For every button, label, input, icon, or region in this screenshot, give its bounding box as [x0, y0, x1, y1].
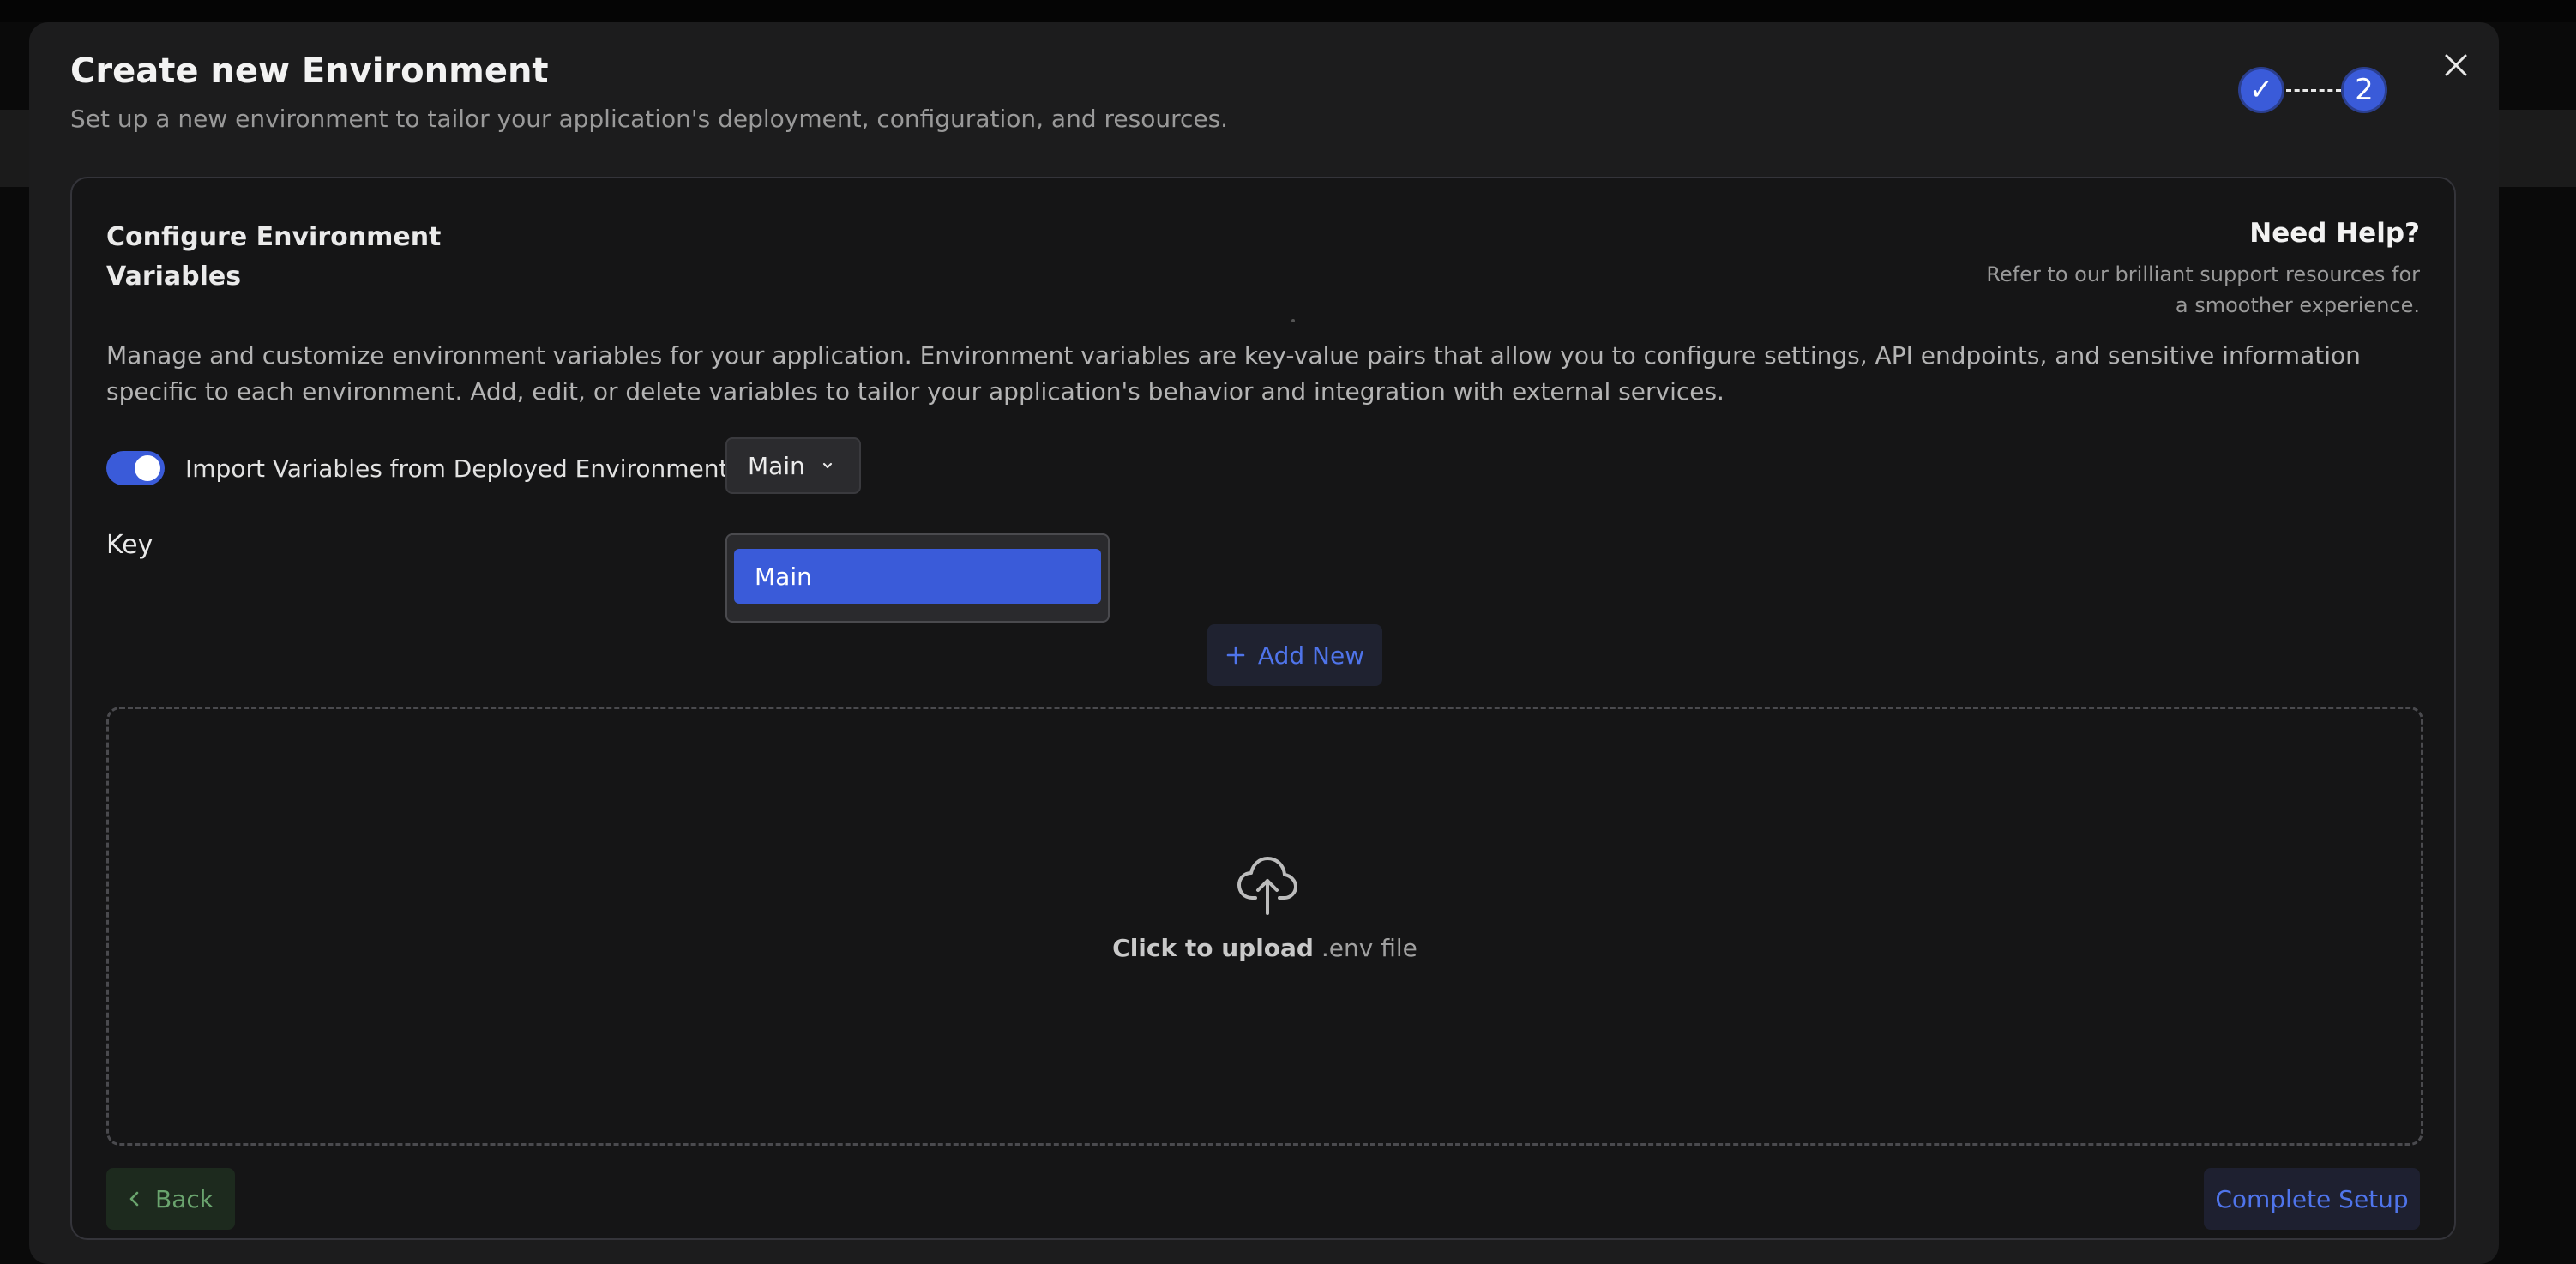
complete-setup-button[interactable]: Complete Setup	[2204, 1168, 2420, 1230]
upload-file-type-text: .env file	[1313, 934, 1417, 962]
divider-dot	[1291, 319, 1295, 322]
modal-title: Create new Environment	[70, 51, 549, 91]
upload-click-text: Click to upload	[1112, 934, 1314, 962]
step-1-completed: ✓	[2238, 67, 2284, 113]
card-description: Manage and customize environment variabl…	[106, 341, 2361, 406]
create-environment-modal: Create new Environment Set up a new envi…	[29, 22, 2499, 1264]
complete-setup-label: Complete Setup	[2215, 1184, 2409, 1213]
import-variables-toggle[interactable]	[106, 451, 165, 485]
add-new-button[interactable]: Add New	[1207, 624, 1382, 686]
modal-subtitle: Set up a new environment to tailor your …	[70, 105, 1229, 133]
environment-variables-card: Configure Environment Variables Need Hel…	[70, 177, 2456, 1240]
toggle-knob	[135, 455, 160, 481]
cloud-upload-icon	[1237, 857, 1297, 915]
env-file-upload-zone[interactable]: Click to upload .env file	[106, 707, 2423, 1146]
key-column-header: Key	[106, 530, 153, 560]
backdrop-top	[0, 0, 2576, 22]
chevron-left-icon	[129, 1191, 139, 1207]
checkmark-icon: ✓	[2248, 73, 2274, 107]
stepper: ✓ 2	[2238, 67, 2410, 115]
chevron-down-icon	[821, 459, 834, 472]
dropdown-option-main[interactable]: Main	[734, 549, 1101, 604]
environment-dropdown: Main	[725, 533, 1110, 623]
back-label: Back	[155, 1184, 214, 1213]
close-button[interactable]	[2435, 45, 2477, 86]
step-2-number: 2	[2355, 73, 2374, 107]
step-2-current: 2	[2341, 67, 2387, 113]
help-text: Refer to our brilliant support resources…	[1986, 262, 2420, 317]
import-variables-label: Import Variables from Deployed Environme…	[185, 454, 729, 483]
need-help-title: Need Help?	[2249, 218, 2420, 249]
card-title: Configure Environment Variables	[106, 222, 442, 292]
add-new-label: Add New	[1257, 641, 1365, 670]
close-icon	[2445, 54, 2467, 76]
plus-icon	[1226, 646, 1245, 665]
environment-select-value: Main	[748, 451, 805, 480]
back-button[interactable]: Back	[106, 1168, 235, 1230]
step-connector	[2286, 89, 2341, 92]
environment-select[interactable]: Main	[725, 437, 861, 494]
upload-instructions: Click to upload .env file	[109, 934, 2421, 962]
